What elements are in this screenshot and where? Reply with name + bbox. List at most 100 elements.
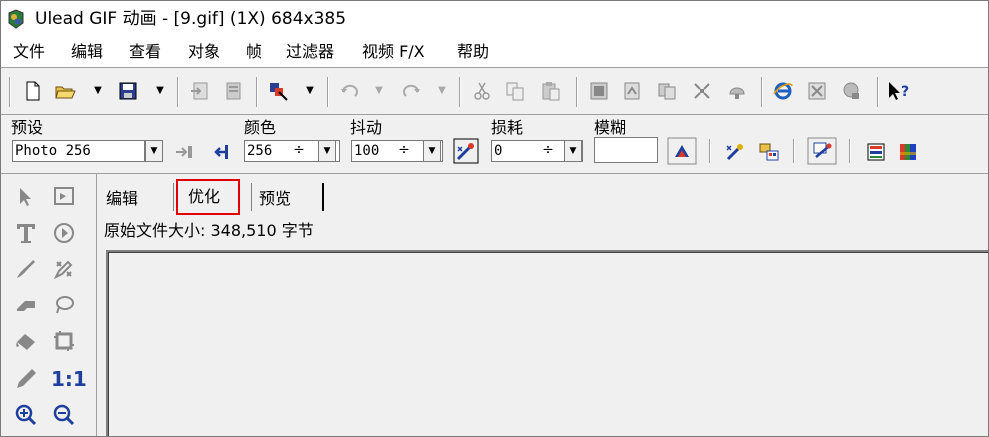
loss-value: 0: [494, 143, 503, 159]
save-preset-icon: [176, 146, 192, 158]
merge-icon: [694, 83, 710, 99]
tab-divider: [251, 183, 252, 211]
ie-preview-icon[interactable]: [772, 80, 794, 102]
pencil-tool-icon[interactable]: [13, 366, 39, 392]
eraser-tool-icon[interactable]: [13, 292, 39, 318]
copy-icon: [506, 82, 524, 101]
dither-value: 100: [354, 143, 380, 159]
crop-icon: [729, 87, 745, 99]
preset-select[interactable]: Photo 256: [12, 140, 145, 162]
menu-bar: 文件 编辑 查看 对象 帧 过滤器 视频 F/X 帮助: [1, 37, 988, 67]
zoom-out-icon[interactable]: [51, 402, 77, 428]
tab-editor[interactable]: 编辑: [106, 185, 138, 212]
blur-field[interactable]: [594, 137, 658, 163]
preset-dropdown-button[interactable]: ▼: [145, 140, 163, 162]
dither-options-icon[interactable]: [453, 138, 479, 164]
menu-edit[interactable]: 编辑: [71, 41, 103, 63]
application-window: Ulead GIF 动画 - [9.gif] (1X) 684x385 文件 编…: [0, 0, 989, 437]
blur-label: 模糊: [594, 118, 627, 137]
toolbar-separator: [256, 77, 257, 107]
save-icon[interactable]: [117, 80, 139, 102]
gradient-ramp-icon[interactable]: [667, 137, 697, 165]
ulead-app-icon: [8, 9, 24, 29]
load-preset-icon[interactable]: [208, 141, 230, 163]
batch-icon: [808, 82, 826, 100]
options-separator: [709, 139, 710, 163]
options-separator: [849, 139, 850, 163]
brush-tool-icon[interactable]: [13, 256, 39, 282]
toolbar-separator: [327, 77, 328, 107]
export-icon: [226, 82, 241, 100]
svg-text:?: ?: [901, 84, 909, 100]
text-tool-icon[interactable]: [13, 220, 39, 246]
preset-value: Photo 256: [15, 143, 91, 159]
color-label: 颜色: [244, 118, 277, 137]
lasso-tool-icon[interactable]: [51, 292, 77, 318]
zoom-in-icon[interactable]: [13, 402, 39, 428]
dither-label: 抖动: [350, 118, 383, 137]
redo-dropdown-arrow-icon: ▼: [438, 85, 446, 96]
toolbar-separator: [177, 77, 178, 107]
split-icon: [658, 83, 676, 100]
menu-filter[interactable]: 过滤器: [286, 41, 334, 63]
main-toolbar: ▼ ▼ ▼ ▼ ▼ ?: [1, 70, 988, 114]
color-table-icon[interactable]: [865, 141, 887, 163]
pointer-tool-icon[interactable]: [13, 184, 39, 210]
toolbar-separator: [576, 77, 577, 107]
play-tool-icon[interactable]: [51, 220, 77, 246]
tab-optimize[interactable]: 优化: [176, 179, 240, 215]
optimize-options-bar: 预设 Photo 256 ▼ 颜色 256 ÷ ▼ 抖动 100 ÷ ▼ 损耗 …: [1, 115, 988, 173]
tab-divider: [173, 183, 174, 211]
toolbar-separator: [761, 77, 762, 107]
magic-wand-select-icon[interactable]: [724, 141, 746, 163]
redo-icon: [403, 84, 420, 97]
toolbar-grip: [9, 77, 10, 107]
menu-frame[interactable]: 帧: [246, 41, 262, 63]
dropper-tool-icon[interactable]: [51, 256, 77, 282]
window-title: Ulead GIF 动画 - [9.gif] (1X) 684x385: [35, 9, 347, 29]
color-swatches-icon[interactable]: [897, 141, 919, 163]
options-separator: [793, 139, 794, 163]
dither-dropdown-button[interactable]: ▼: [423, 140, 441, 162]
import-icon: [191, 82, 208, 100]
loss-label: 损耗: [491, 118, 524, 137]
open-folder-icon[interactable]: [54, 80, 76, 102]
save-dropdown-arrow-icon[interactable]: ▼: [155, 83, 165, 99]
tab-optimize-label: 优化: [188, 187, 221, 206]
optimize-canvas[interactable]: [106, 250, 988, 436]
help-pointer-icon[interactable]: ?: [887, 80, 909, 102]
menu-object[interactable]: 对象: [188, 41, 220, 63]
menu-video-fx[interactable]: 视频 F/X: [362, 41, 425, 63]
title-bar: Ulead GIF 动画 - [9.gif] (1X) 684x385: [1, 1, 988, 37]
frame-icon: [590, 82, 608, 100]
toolbar-separator: [459, 77, 460, 107]
color-spinner-icon[interactable]: ÷: [289, 140, 309, 162]
preset-label: 预设: [11, 118, 44, 137]
wizard-dropdown-arrow-icon[interactable]: ▼: [305, 83, 315, 99]
menu-separator: [1, 67, 988, 68]
clear-icon: [843, 82, 859, 99]
fill-tool-icon[interactable]: [13, 328, 39, 354]
palette-editor-icon[interactable]: [758, 141, 780, 163]
menu-file[interactable]: 文件: [13, 41, 45, 63]
menu-help[interactable]: 帮助: [457, 41, 489, 63]
document-area: 编辑 优化 预览 原始文件大小: 348,510 字节: [94, 174, 988, 436]
tab-divider: [322, 183, 324, 211]
menu-view[interactable]: 查看: [129, 41, 161, 63]
open-dropdown-arrow-icon[interactable]: ▼: [93, 83, 103, 99]
toolbar-separator: [877, 77, 878, 107]
optimize-icon: [624, 82, 640, 100]
optimize-wizard-icon[interactable]: [807, 137, 837, 165]
undo-dropdown-arrow-icon: ▼: [375, 85, 383, 96]
loss-spinner-icon[interactable]: ÷: [538, 140, 558, 162]
wizard-icon[interactable]: [267, 80, 289, 102]
tab-preview[interactable]: 预览: [259, 185, 291, 212]
actual-size-button[interactable]: 1:1: [51, 366, 87, 392]
crop-tool-icon[interactable]: [51, 328, 77, 354]
undo-icon: [341, 84, 358, 97]
new-file-icon[interactable]: [22, 80, 44, 102]
loss-dropdown-button[interactable]: ▼: [564, 140, 582, 162]
frame-select-tool-icon[interactable]: [51, 184, 77, 210]
dither-spinner-icon[interactable]: ÷: [394, 140, 414, 162]
color-dropdown-button[interactable]: ▼: [318, 140, 336, 162]
